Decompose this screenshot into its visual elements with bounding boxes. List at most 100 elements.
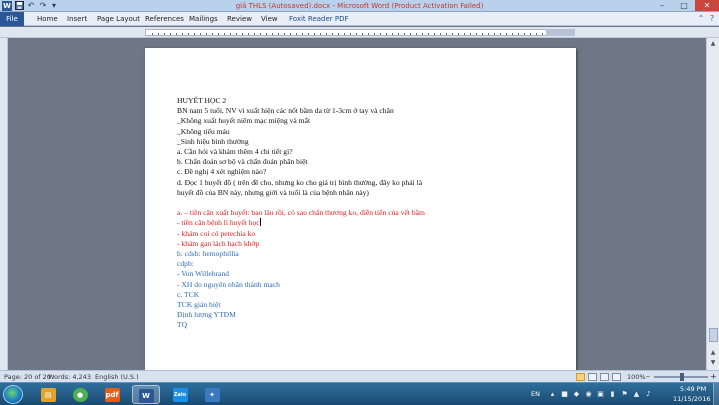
document-area[interactable]: HUYẾT HỌC 2 BN nam 5 tuổi, NV vì xuất hiệ… <box>9 38 706 370</box>
taskbar-word[interactable]: W <box>132 385 160 404</box>
ruler-scale <box>145 29 575 36</box>
tray-sync-icon[interactable]: ◉ <box>584 390 593 399</box>
input-language[interactable]: EN <box>531 390 540 398</box>
ruler-right-margin[interactable] <box>546 29 575 36</box>
scroll-up-icon[interactable]: ▲ <box>708 39 718 49</box>
previous-page-icon[interactable]: ▲ <box>708 348 718 358</box>
ruler-tick <box>350 33 351 35</box>
tab-view[interactable]: View <box>261 12 278 26</box>
next-page-icon[interactable]: ▼ <box>708 358 718 368</box>
document-line[interactable]: d. Đọc 1 huyết đồ ( trên đề cho, nhưng k… <box>177 178 467 188</box>
window-title: giả THLS (Autosaved).docx - Microsoft Wo… <box>235 2 484 10</box>
ruler-tick <box>248 33 249 35</box>
vertical-scrollbar[interactable]: ▲ ▲ ▼ <box>706 38 719 370</box>
tray-volume-icon[interactable]: ♪ <box>644 390 653 399</box>
taskbar-chrome[interactable]: ● <box>66 385 94 404</box>
close-button[interactable]: ✕ <box>695 0 719 11</box>
web-layout-view-icon[interactable] <box>600 373 609 381</box>
tray-app-icon[interactable]: ■ <box>560 390 569 399</box>
maximize-button[interactable]: □ <box>673 0 695 11</box>
ruler-tick <box>218 33 219 35</box>
tab-file[interactable]: File <box>0 12 24 26</box>
taskbar-zalo[interactable]: Zalo <box>166 385 194 404</box>
document-line[interactable]: b. Chẩn đoán sơ bộ và chẩn đoán phân biệ… <box>177 157 467 167</box>
ruler-tick <box>530 33 531 35</box>
zalo-icon: Zalo <box>172 387 188 402</box>
ruler-tick <box>416 33 417 35</box>
zoom-slider-handle[interactable] <box>680 373 684 381</box>
minimize-button[interactable]: – <box>651 0 673 11</box>
tray-expand-icon[interactable]: ▴ <box>548 390 557 399</box>
tab-insert[interactable]: Insert <box>67 12 87 26</box>
document-line-text: _Sinh hiệu bình thường <box>177 136 249 146</box>
word-icon: W <box>138 388 154 403</box>
document-line-text: - XH do nguyên nhân thành mạch <box>177 279 280 289</box>
document-line[interactable]: _Không xuất huyết niêm mạc miệng và mắt <box>177 116 467 126</box>
document-line[interactable]: - XH do nguyên nhân thành mạch <box>177 280 467 290</box>
document-line[interactable]: b. cdsb: hemophillia <box>177 249 467 259</box>
document-line[interactable]: TQ <box>177 320 467 330</box>
document-line[interactable]: _Sinh hiệu bình thường <box>177 137 467 147</box>
document-line[interactable]: - khám gan lách hạch khớp <box>177 239 467 249</box>
vertical-ruler[interactable] <box>0 38 8 370</box>
tray-flag-icon[interactable]: ⚑ <box>620 390 629 399</box>
show-desktop-button[interactable] <box>713 383 719 405</box>
document-page[interactable]: HUYẾT HỌC 2 BN nam 5 tuổi, NV vì xuất hiệ… <box>145 48 576 370</box>
document-line-text: TCK giản biệt <box>177 300 221 310</box>
tab-review[interactable]: Review <box>227 12 252 26</box>
ruler-tick <box>152 33 153 35</box>
taskbar-explorer[interactable]: ▤ <box>34 385 62 404</box>
horizontal-ruler[interactable] <box>0 27 719 38</box>
ruler-tick <box>164 33 165 35</box>
tab-foxit-reader-pdf[interactable]: Foxit Reader PDF <box>289 12 349 26</box>
start-button[interactable] <box>3 385 23 404</box>
document-line[interactable]: - tiền căn bệnh lí huyết học <box>177 218 467 228</box>
ruler-tick <box>188 33 189 35</box>
ruler-tick <box>332 33 333 35</box>
ruler-tick <box>224 33 225 35</box>
tab-mailings[interactable]: Mailings <box>189 12 218 26</box>
clock-date[interactable]: 11/15/2016 <box>673 395 710 403</box>
document-line[interactable]: a. – tiền căn xuất huyết: bao lâu rồi, c… <box>177 208 467 218</box>
document-line[interactable]: - khám coi có petechia ko <box>177 229 467 239</box>
tab-home[interactable]: Home <box>37 12 58 26</box>
document-line[interactable]: BN nam 5 tuổi, NV vì xuất hiện các nốt b… <box>177 106 467 116</box>
scrollbar-thumb[interactable] <box>709 328 718 342</box>
clock-time[interactable]: 5:49 PM <box>680 385 706 393</box>
expand-ribbon-icon[interactable]: ⌃ <box>696 14 706 24</box>
tab-references[interactable]: References <box>145 12 184 26</box>
ruler-tick <box>320 33 321 35</box>
blank-line[interactable] <box>177 198 467 208</box>
document-line[interactable]: c. TCK <box>177 290 467 300</box>
outline-view-icon[interactable] <box>612 373 621 381</box>
print-layout-view-icon[interactable] <box>576 373 585 381</box>
ruler-tick <box>314 33 315 35</box>
foxit-pdf-icon: pdf <box>104 387 120 402</box>
help-icon[interactable]: ? <box>707 14 717 24</box>
document-line[interactable]: cdpb: <box>177 259 467 269</box>
document-line[interactable]: a. Cần hỏi và khám thêm 4 chi tiết gì? <box>177 147 467 157</box>
taskbar-foxit[interactable]: pdf <box>98 385 126 404</box>
document-line[interactable]: c. Đề nghị 4 xét nghiệm nào? <box>177 167 467 177</box>
tray-network-icon[interactable]: ▲ <box>632 390 641 399</box>
ruler-tick <box>398 33 399 35</box>
document-line[interactable]: TCK giản biệt <box>177 300 467 310</box>
ruler-tick <box>452 33 453 35</box>
ruler-tick <box>290 33 291 35</box>
tray-battery-icon[interactable]: ▮ <box>608 390 617 399</box>
full-screen-reading-view-icon[interactable] <box>588 373 597 381</box>
taskbar-network-app[interactable]: ✦ <box>198 385 226 404</box>
ruler-tick <box>368 33 369 35</box>
document-line-text: a. Cần hỏi và khám thêm 4 chi tiết gì? <box>177 147 293 157</box>
document-line[interactable]: Định lượng YTĐM <box>177 310 467 320</box>
tab-page-layout[interactable]: Page Layout <box>97 12 140 26</box>
document-line[interactable]: - Von Willebrand <box>177 269 467 279</box>
document-body[interactable]: HUYẾT HỌC 2 BN nam 5 tuổi, NV vì xuất hiệ… <box>177 96 467 331</box>
tray-security-icon[interactable]: ◆ <box>572 390 581 399</box>
ruler-tick <box>266 33 267 35</box>
ruler-tick <box>230 33 231 35</box>
tray-display-icon[interactable]: ▣ <box>596 390 605 399</box>
document-line[interactable]: huyết đồ của BN này, nhưng giới và tuổi … <box>177 188 467 198</box>
document-line[interactable]: _Không tiểu máu <box>177 127 467 137</box>
document-line[interactable]: HUYẾT HỌC 2 <box>177 96 467 106</box>
